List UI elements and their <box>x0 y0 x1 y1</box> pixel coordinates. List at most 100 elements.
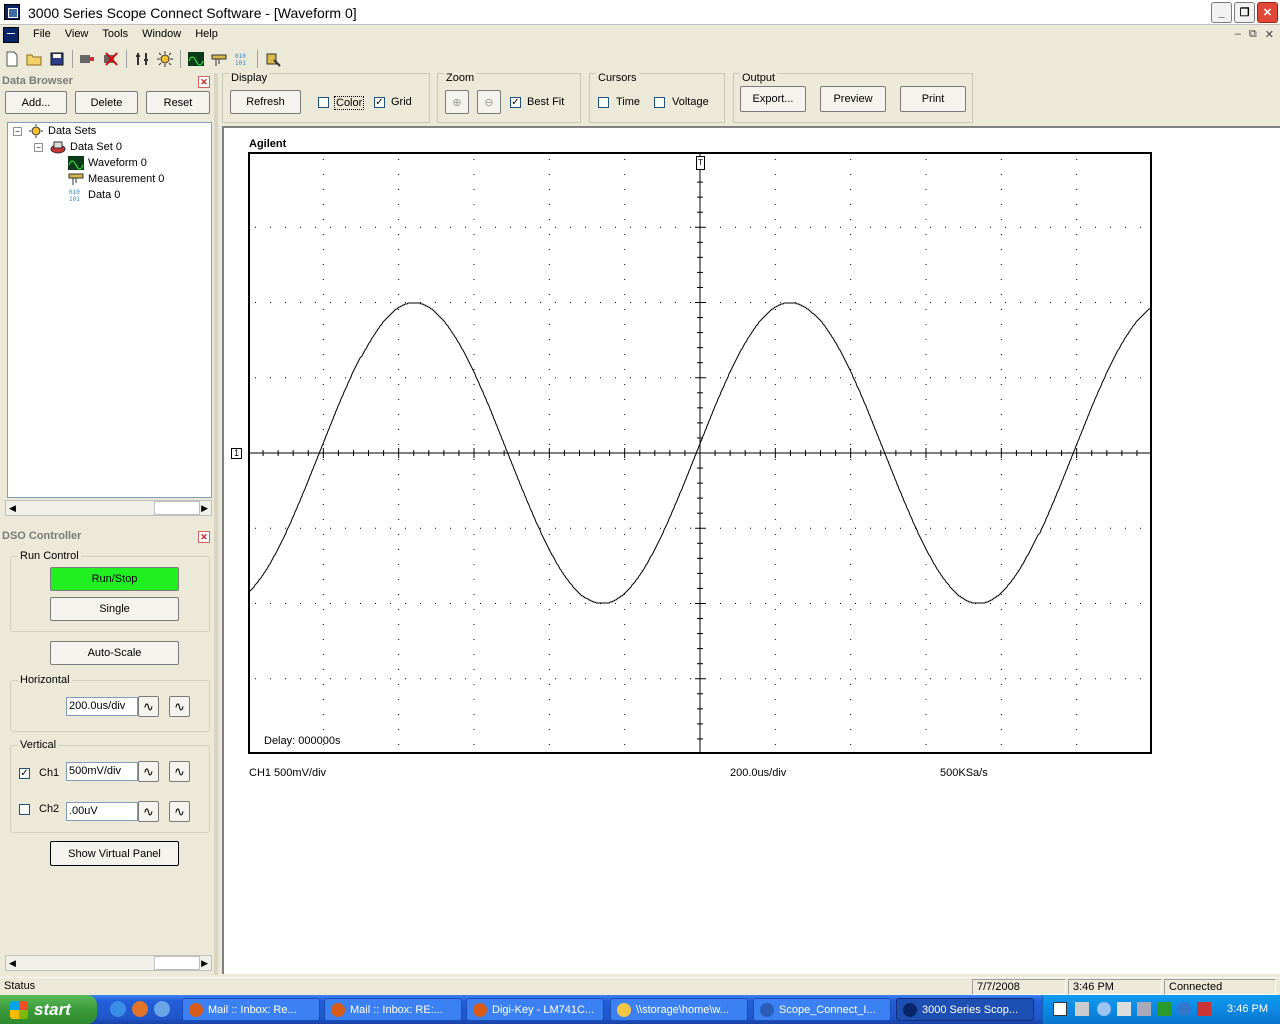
data-browser-close-icon[interactable]: ✕ <box>198 76 210 88</box>
document-icon[interactable] <box>3 27 19 43</box>
start-button[interactable]: start <box>0 995 97 1024</box>
data-tree-hscrollbar[interactable]: ◀ ▶ <box>5 500 212 516</box>
refresh-button[interactable]: Refresh <box>230 90 301 114</box>
menu-help[interactable]: Help <box>188 28 225 40</box>
tray-expand-icon[interactable] <box>1097 1002 1111 1016</box>
scroll-right-icon[interactable]: ▶ <box>201 958 208 969</box>
measure-tools-icon[interactable] <box>133 50 151 68</box>
export-button[interactable]: Export... <box>740 86 806 112</box>
ch1-scale-field[interactable]: 500mV/div <box>66 762 138 781</box>
reset-button[interactable]: Reset <box>146 91 210 114</box>
time-cursor-checkbox[interactable] <box>598 97 609 108</box>
single-button[interactable]: Single <box>50 597 179 621</box>
task-label: Scope_Connect_I... <box>779 1003 876 1016</box>
svg-text:101: 101 <box>69 196 80 202</box>
help-icon[interactable] <box>1053 1002 1067 1016</box>
horizontal-scale-field[interactable]: 200.0us/div <box>66 697 138 716</box>
network-icon[interactable] <box>1075 1002 1089 1016</box>
save-icon[interactable] <box>48 50 66 68</box>
status-tray-icon[interactable] <box>1157 1002 1171 1016</box>
menu-window[interactable]: Window <box>135 28 188 40</box>
grid-checkbox[interactable]: ✓ <box>374 97 385 108</box>
measurement-icon[interactable] <box>210 50 228 68</box>
task-label: 3000 Series Scop... <box>922 1003 1019 1016</box>
voltage-cursor-checkbox[interactable] <box>654 97 665 108</box>
ch1-coarse-knob-icon[interactable]: ∿ <box>138 761 159 782</box>
ch2-fine-knob-icon[interactable]: ∿ <box>169 801 190 822</box>
auto-scale-button[interactable]: Auto-Scale <box>50 641 179 665</box>
dso-controller-close-icon[interactable]: ✕ <box>198 531 210 543</box>
channel-1-marker[interactable]: 1 <box>231 448 242 459</box>
firefox-icon[interactable] <box>132 1001 148 1017</box>
restore-button[interactable]: ❐ <box>1234 2 1255 23</box>
zoom-in-icon[interactable]: ⊕ <box>445 90 469 114</box>
task-app-icon <box>473 1002 487 1017</box>
device-icon[interactable] <box>1137 1002 1151 1016</box>
antivirus-icon[interactable] <box>1197 1002 1211 1016</box>
mdi-minimize-button[interactable]: – <box>1235 28 1241 41</box>
print-button[interactable]: Print <box>900 86 966 112</box>
scroll-left-icon[interactable]: ◀ <box>9 958 16 969</box>
expand-data-sets-icon[interactable]: − <box>13 127 22 136</box>
preview-button[interactable]: Preview <box>820 86 886 112</box>
connect-icon[interactable] <box>78 50 96 68</box>
best-fit-checkbox[interactable]: ✓ <box>510 97 521 108</box>
horizontal-fine-knob-icon[interactable]: ∿ <box>169 696 190 717</box>
run-stop-button[interactable]: Run/Stop <box>50 567 179 591</box>
waveform-plot[interactable] <box>248 152 1152 754</box>
ch1-fine-knob-icon[interactable]: ∿ <box>169 761 190 782</box>
ch2-coarse-knob-icon[interactable]: ∿ <box>138 801 159 822</box>
disconnect-icon[interactable] <box>102 50 120 68</box>
close-button[interactable]: ✕ <box>1257 2 1278 23</box>
scroll-right-icon[interactable]: ▶ <box>201 503 208 514</box>
taskbar-button[interactable]: Digi-Key - LM741C... <box>466 998 604 1021</box>
data-icon[interactable]: 010 101 <box>233 50 251 68</box>
help-pointer-icon[interactable] <box>264 50 282 68</box>
taskbar-button[interactable]: Scope_Connect_I... <box>753 998 891 1021</box>
menu-file[interactable]: File <box>26 28 58 40</box>
menu-view[interactable]: View <box>58 28 96 40</box>
open-folder-icon[interactable] <box>25 50 43 68</box>
ch1-checkbox[interactable]: ✓ <box>19 768 30 779</box>
scroll-thumb[interactable] <box>154 956 200 970</box>
tree-item-data[interactable]: 010 101 Data 0 <box>68 188 120 202</box>
internet-explorer-icon[interactable] <box>110 1001 126 1017</box>
new-file-icon[interactable] <box>3 50 21 68</box>
ch1-label: Ch1 <box>39 767 60 779</box>
delete-button[interactable]: Delete <box>75 91 138 114</box>
ch2-checkbox[interactable] <box>19 804 30 815</box>
horizontal-coarse-knob-icon[interactable]: ∿ <box>138 696 159 717</box>
taskbar-button[interactable]: 3000 Series Scop... <box>896 998 1034 1021</box>
taskbar-button[interactable]: Mail :: Inbox: RE:... <box>324 998 462 1021</box>
zoom-out-icon[interactable]: ⊖ <box>477 90 501 114</box>
waveform-icon[interactable] <box>187 50 205 68</box>
printer-icon[interactable] <box>1117 1002 1131 1016</box>
ch2-scale-field[interactable]: .00uV <box>66 802 138 821</box>
menu-bar: File View Tools Window Help – ⧉ ✕ <box>0 25 1280 45</box>
tree-item-waveform[interactable]: Waveform 0 <box>68 156 147 170</box>
browser-icon[interactable] <box>154 1001 170 1017</box>
scroll-thumb[interactable] <box>154 501 200 515</box>
trigger-marker[interactable]: T <box>696 156 705 170</box>
show-virtual-panel-button[interactable]: Show Virtual Panel <box>50 841 179 866</box>
task-app-icon <box>903 1002 917 1017</box>
taskbar-button[interactable]: Mail :: Inbox: Re... <box>182 998 320 1021</box>
messenger-icon[interactable] <box>1177 1002 1191 1016</box>
add-button[interactable]: Add... <box>5 91 67 114</box>
status-connection: Connected <box>1164 979 1276 995</box>
settings-sun-icon[interactable] <box>156 50 174 68</box>
task-app-icon <box>331 1002 345 1017</box>
mdi-restore-button[interactable]: ⧉ <box>1249 28 1257 41</box>
tree-item-measurement[interactable]: Measurement 0 <box>68 172 164 186</box>
dso-hscrollbar[interactable]: ◀ ▶ <box>5 955 212 971</box>
color-checkbox[interactable] <box>318 97 329 108</box>
panel-splitter[interactable] <box>214 73 218 975</box>
mdi-close-button[interactable]: ✕ <box>1265 28 1274 41</box>
scroll-left-icon[interactable]: ◀ <box>9 503 16 514</box>
tree-item-data-sets[interactable]: Data Sets <box>28 124 96 138</box>
menu-tools[interactable]: Tools <box>95 28 135 40</box>
taskbar-button[interactable]: \\storage\home\w... <box>610 998 748 1021</box>
tree-item-data-set[interactable]: Data Set 0 <box>50 140 122 154</box>
expand-data-set-icon[interactable]: − <box>34 143 43 152</box>
minimize-button[interactable]: _ <box>1211 2 1232 23</box>
